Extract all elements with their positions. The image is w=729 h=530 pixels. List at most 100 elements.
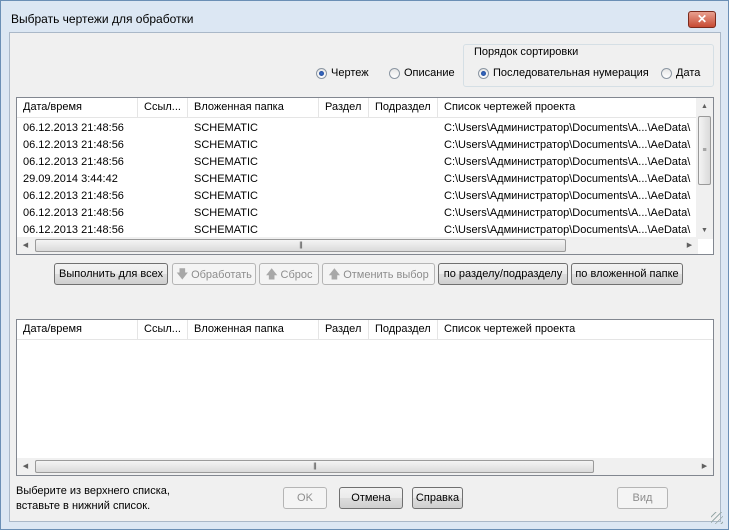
instruction-line-2: вставьте в нижний список. [16,500,151,512]
title-bar: Выбрать чертежи для обработки ✕ [1,1,728,33]
instruction-line-1: Выберите из верхнего списка, [16,485,170,497]
table-cell: C:\Users\Администратор\Documents\A...\Ae… [444,156,691,168]
cancel-button[interactable]: Отмена [339,487,403,509]
table-cell [138,120,188,137]
bottom-drawings-list[interactable]: Дата/время Ссыл... Вложенная папка Разде… [16,319,714,476]
view-button[interactable]: Вид [617,487,668,509]
bottom-list-hscroll-thumb[interactable]: ||| [35,460,594,473]
column-header-reference[interactable]: Ссыл... [138,98,188,117]
table-cell [138,188,188,205]
radio-date-dot[interactable] [661,67,672,79]
table-cell [369,205,438,222]
reset-label: Сброс [280,269,313,281]
table-cell [138,205,188,222]
help-label: Справка [415,492,460,504]
table-cell: SCHEMATIC [194,190,258,202]
table-cell: 06.12.2013 21:48:56 [23,122,124,134]
scroll-left-arrow-icon[interactable]: ◀ [17,237,34,254]
top-list-header: Дата/время Ссыл... Вложенная папка Разде… [17,98,698,118]
table-cell: 29.09.2014 3:44:42 [23,173,118,185]
run-all-button[interactable]: Выполнить для всех [54,263,168,285]
cancel-selection-button[interactable]: 🡅 Отменить выбор [322,263,435,285]
ok-label: OK [297,492,313,504]
table-row[interactable]: 06.12.2013 21:48:56 SCHEMATIC C:\Users\Адм… [17,137,698,154]
arrow-up-icon: 🡅 [265,267,278,281]
column-header-datetime[interactable]: Дата/время [17,98,138,117]
column-header-subsection[interactable]: Подраздел [369,98,438,117]
top-list-hscrollbar[interactable]: ◀ ||| ▶ [17,237,698,254]
column-header-reference[interactable]: Ссыл... [138,320,188,339]
table-cell [369,188,438,205]
top-list-hscroll-thumb[interactable]: ||| [35,239,566,252]
column-header-subfolder[interactable]: Вложенная папка [188,98,319,117]
table-row[interactable]: 29.09.2014 3:44:42 SCHEMATIC C:\Users\Адми… [17,171,698,188]
table-cell: SCHEMATIC [194,173,258,185]
bottom-list-header: Дата/время Ссыл... Вложенная папка Разде… [17,320,713,340]
column-header-section[interactable]: Раздел [319,320,369,339]
column-header-drawing-list[interactable]: Список чертежей проекта [438,320,713,339]
radio-description[interactable]: Описание [389,67,455,79]
radio-description-dot[interactable] [389,67,400,79]
table-row[interactable]: 06.12.2013 21:48:56 SCHEMATIC C:\Users\Адм… [17,120,698,137]
radio-sequential[interactable]: Последовательная нумерация [478,67,649,79]
table-cell [369,171,438,188]
column-header-drawing-list[interactable]: Список чертежей проекта [438,98,698,117]
radio-drawing[interactable]: Чертеж [316,67,369,79]
scroll-right-arrow-icon[interactable]: ▶ [681,237,698,254]
process-label: Обработать [191,269,252,281]
table-cell [319,120,369,137]
table-cell: C:\Users\Администратор\Documents\A...\Ae… [444,122,691,134]
table-cell: SCHEMATIC [194,207,258,219]
run-all-label: Выполнить для всех [59,268,163,280]
reset-button[interactable]: 🡅 Сброс [259,263,319,285]
scroll-right-arrow-icon[interactable]: ▶ [696,458,713,475]
bottom-list-hscrollbar[interactable]: ◀ ||| ▶ [17,458,713,475]
table-row[interactable]: 06.12.2013 21:48:56 SCHEMATIC C:\Users\Адм… [17,154,698,171]
by-subfolder-button[interactable]: по вложенной папке [571,263,683,285]
table-cell [138,171,188,188]
table-cell: 06.12.2013 21:48:56 [23,139,124,151]
table-cell: SCHEMATIC [194,156,258,168]
table-cell [369,137,438,154]
process-button[interactable]: 🡇 Обработать [172,263,256,285]
column-header-section[interactable]: Раздел [319,98,369,117]
column-header-subsection[interactable]: Подраздел [369,320,438,339]
top-list-vscrollbar[interactable]: ▲ ≡ ▼ [696,98,713,239]
table-cell [369,154,438,171]
table-cell [319,188,369,205]
scroll-up-arrow-icon[interactable]: ▲ [696,98,713,115]
top-drawings-list[interactable]: Дата/время Ссыл... Вложенная папка Разде… [16,97,714,255]
table-cell: C:\Users\Администратор\Documents\A...\Ae… [444,139,691,151]
radio-sequential-label: Последовательная нумерация [493,67,649,79]
column-header-datetime[interactable]: Дата/время [17,320,138,339]
radio-drawing-dot[interactable] [316,67,327,79]
help-button[interactable]: Справка [412,487,463,509]
column-header-subfolder[interactable]: Вложенная папка [188,320,319,339]
window-title: Выбрать чертежи для обработки [11,12,194,26]
arrow-down-icon: 🡇 [176,267,189,281]
by-section-label: по разделу/подразделу [443,268,563,280]
table-cell: 06.12.2013 21:48:56 [23,207,124,219]
ok-button[interactable]: OK [283,487,327,509]
close-button[interactable]: ✕ [688,11,716,28]
radio-drawing-label: Чертеж [331,67,369,79]
table-cell: 06.12.2013 21:48:56 [23,156,124,168]
radio-sequential-dot[interactable] [478,67,489,79]
scroll-down-arrow-icon[interactable]: ▼ [696,222,713,239]
scroll-left-arrow-icon[interactable]: ◀ [17,458,34,475]
by-section-button[interactable]: по разделу/подразделу [438,263,568,285]
cancel-label: Отмена [351,492,391,504]
by-subfolder-label: по вложенной папке [575,268,679,280]
instruction-hint: Выберите из верхнего списка, вставьте в … [16,484,170,514]
table-row[interactable]: 06.12.2013 21:48:56 SCHEMATIC C:\Users\Адм… [17,188,698,205]
radio-description-label: Описание [404,67,455,79]
arrow-up-icon: 🡅 [328,267,341,281]
top-list-vscroll-thumb[interactable]: ≡ [698,116,711,185]
resize-grip-icon[interactable] [711,512,723,524]
radio-date-label: Дата [676,67,701,79]
table-cell: C:\Users\Администратор\Documents\A...\Ae… [444,207,691,219]
table-cell [319,205,369,222]
table-cell [369,120,438,137]
table-row[interactable]: 06.12.2013 21:48:56 SCHEMATIC C:\Users\Адм… [17,205,698,222]
radio-date[interactable]: Дата [661,67,700,79]
